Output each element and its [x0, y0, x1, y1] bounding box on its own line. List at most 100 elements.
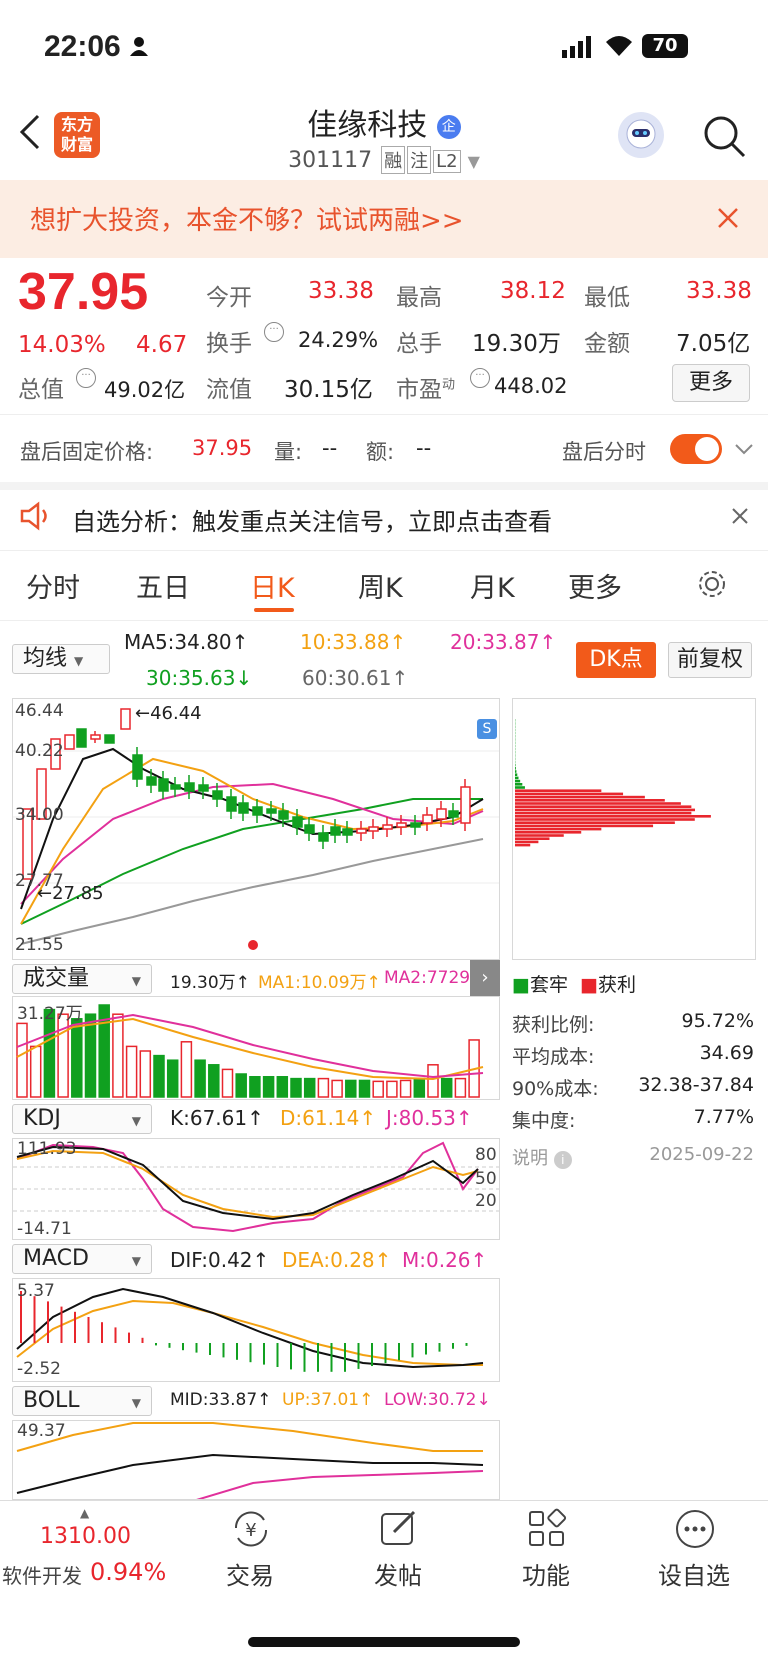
volume-bar	[221, 1068, 234, 1098]
function-button[interactable]: 功能	[486, 1556, 606, 1591]
close-icon[interactable]	[716, 206, 740, 234]
candle	[318, 832, 329, 842]
afterhours-price: 37.95	[192, 436, 253, 460]
kline-canvas	[13, 708, 499, 950]
adjust-button[interactable]: 前复权	[668, 642, 752, 678]
trade-button[interactable]: 交易	[190, 1556, 310, 1591]
amount-value: 7.05亿	[676, 331, 751, 357]
trade-icon[interactable]: ¥	[230, 1508, 272, 1554]
volume-label: 总手	[396, 331, 442, 357]
boll-selector[interactable]: BOLL ▼	[12, 1386, 152, 1416]
float-label: 流值	[206, 377, 252, 403]
kline-chart[interactable]: 46.44 40.22 34.00 27.77 21.55 ←46.44 ←27…	[12, 698, 500, 960]
index-pct[interactable]: 0.94%	[90, 1558, 166, 1586]
chip-bar	[515, 840, 539, 844]
vol-legend: 19.30万↑	[170, 973, 250, 993]
low-value: 33.38	[686, 278, 752, 304]
kdj-50: 50	[475, 1169, 497, 1189]
chip-bar	[515, 811, 692, 815]
search-icon[interactable]	[702, 114, 746, 162]
candle	[198, 784, 209, 792]
vol-ymax: 31.27万	[17, 1004, 83, 1024]
person-icon	[130, 36, 148, 56]
battery-level: 70	[652, 35, 678, 56]
candle	[76, 728, 87, 748]
volume-bar	[16, 1022, 28, 1098]
k-y3: 34.00	[15, 805, 64, 825]
volume-bar	[399, 1079, 412, 1098]
volume-bar	[112, 1013, 124, 1098]
mcap-label: 总值	[18, 377, 64, 403]
info-dots-icon[interactable]: ···	[264, 322, 284, 342]
caret-up-icon: ▲	[80, 1506, 90, 1520]
volume-bar	[262, 1076, 275, 1098]
robot-avatar-icon[interactable]	[618, 112, 664, 158]
info-dots-icon[interactable]: ···	[470, 368, 490, 388]
kdj-chart[interactable]: 111.93 -14.71 80 50 20	[12, 1138, 500, 1240]
tab-daily-k[interactable]: 日K	[250, 566, 295, 605]
macd-selector[interactable]: MACD ▼	[12, 1244, 152, 1274]
close-icon[interactable]	[730, 506, 750, 530]
post-button[interactable]: 发帖	[338, 1556, 458, 1591]
add-watchlist-button[interactable]: 设自选	[634, 1556, 754, 1591]
boll-low-legend: LOW:30.72↓	[384, 1390, 491, 1410]
chevron-right-icon[interactable]: ›	[470, 960, 500, 996]
chevron-down-icon: ▼	[467, 152, 480, 171]
chip-note[interactable]: 说明 i	[512, 1144, 572, 1170]
kdj-selector[interactable]: KDJ ▼	[12, 1104, 152, 1134]
volume-selector[interactable]: 成交量 ▼	[12, 964, 152, 994]
volume-bar	[276, 1076, 289, 1098]
tab-intraday[interactable]: 分时	[26, 566, 80, 605]
chip-bar	[515, 843, 531, 847]
open-value: 33.38	[308, 278, 374, 304]
index-name[interactable]: 软件开发	[2, 1560, 82, 1589]
volume-chart[interactable]: 31.27万	[12, 996, 500, 1100]
chip-bar	[515, 818, 695, 821]
edit-post-icon[interactable]	[378, 1508, 420, 1554]
kdj-canvas	[13, 1141, 499, 1233]
afterhours-vol-label: 量:	[274, 440, 303, 464]
chip-bar	[515, 802, 681, 805]
candle	[266, 808, 277, 814]
avg-cost-label: 平均成本:	[512, 1046, 595, 1068]
chip-bar	[515, 792, 624, 796]
chevron-down-icon[interactable]	[734, 442, 754, 461]
tab-weekly-k[interactable]: 周K	[358, 566, 403, 605]
tab-more[interactable]: 更多	[568, 566, 622, 605]
boll-chart[interactable]: 49.37	[12, 1420, 500, 1500]
tab-monthly-k[interactable]: 月K	[470, 566, 515, 605]
tab-five-day[interactable]: 五日	[136, 566, 190, 605]
chip-distribution-chart[interactable]	[512, 698, 756, 960]
index-value[interactable]: 1310.00	[40, 1524, 131, 1549]
volume-bar	[125, 1045, 138, 1098]
kdj-d-line	[16, 1149, 479, 1219]
afterhours-amt-label: 额:	[366, 440, 395, 464]
kdj-j-line	[16, 1141, 479, 1233]
info-dots-icon[interactable]: ···	[76, 368, 96, 388]
vol-ma1-legend: MA1:10.09万↑	[258, 973, 381, 993]
volume-bar	[440, 1077, 453, 1098]
marker-dot	[248, 940, 258, 950]
volume-bar	[249, 1076, 261, 1098]
volume-bar	[303, 1077, 316, 1098]
more-dots-icon[interactable]	[674, 1508, 716, 1554]
ma30-legend: 30:35.63↓	[146, 666, 253, 690]
chip-bar	[515, 837, 550, 840]
grid-apps-icon[interactable]	[526, 1508, 568, 1554]
mcap-value: 49.02亿	[104, 378, 186, 402]
gear-icon[interactable]	[696, 568, 728, 604]
candle	[252, 806, 263, 816]
promo-banner-text[interactable]: 想扩大投资，本金不够？试试两融>>	[30, 200, 464, 237]
more-button[interactable]: 更多	[672, 364, 750, 402]
ma-selector[interactable]: 均线 ▼	[12, 644, 110, 674]
open-label: 今开	[206, 285, 252, 311]
turnover-value: 24.29%	[298, 328, 379, 352]
macd-chart[interactable]: 5.37 -2.52	[12, 1278, 500, 1382]
active-tab-indicator	[254, 608, 294, 612]
volume-bar	[84, 1013, 97, 1098]
afterhours-toggle[interactable]	[670, 434, 722, 464]
notice-text[interactable]: 自选分析：触发重点关注信号，立即点击查看	[72, 502, 552, 537]
dk-button[interactable]: DK点	[576, 642, 656, 678]
chip-bar	[515, 808, 695, 812]
avg-cost-value: 34.69	[699, 1042, 754, 1064]
